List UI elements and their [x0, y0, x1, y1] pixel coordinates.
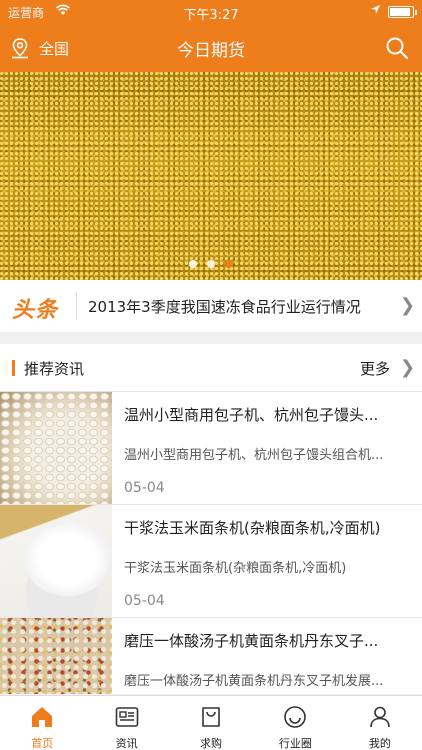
chevron-right-icon: ❯: [400, 295, 416, 316]
status-time: 下午3:27: [183, 8, 239, 23]
list-item[interactable]: 磨压一体酸汤子机黄面条机丹东叉子... 磨压一体酸汤子机黄面条机丹东叉子机发展.…: [0, 618, 422, 694]
news-date: 05-04: [124, 480, 165, 496]
news-summary: 干浆法玉米面条机(杂粮面条机,冷面机): [124, 561, 347, 576]
section-accent-bar: [12, 360, 15, 376]
bag-icon: [202, 707, 220, 727]
status-bar: 运营商 下午3:27: [0, 0, 422, 24]
carousel-dot-active[interactable]: [225, 260, 233, 268]
smile-icon: [284, 706, 307, 728]
tab-label: 首页: [31, 737, 54, 750]
tab-label: 求购: [200, 737, 223, 750]
bottom-tab-bar: 首页 资讯 求购 行业圈 我的: [0, 695, 422, 750]
battery-icon: [388, 6, 417, 18]
carousel-dot[interactable]: [189, 260, 197, 268]
tab-news[interactable]: 资讯: [84, 696, 168, 750]
divider: [76, 292, 77, 320]
list-item[interactable]: 干浆法玉米面条机(杂粮面条机,冷面机) 干浆法玉米面条机(杂粮面条机,冷面机) …: [0, 505, 422, 618]
news-summary: 温州小型商用包子机、杭州包子馒头组合机...: [124, 448, 384, 463]
tab-home[interactable]: 首页: [0, 696, 84, 750]
carousel-dot[interactable]: [207, 260, 215, 268]
app-header: 全国 今日期货: [0, 24, 422, 72]
news-thumbnail: [0, 392, 112, 504]
tab-profile[interactable]: 我的: [338, 696, 422, 750]
chevron-right-icon[interactable]: ❯: [400, 357, 415, 378]
news-thumbnail: [0, 505, 112, 617]
carousel-indicator: [0, 260, 422, 268]
more-link[interactable]: 更多: [360, 358, 390, 379]
banner-carousel[interactable]: [0, 72, 422, 280]
news-title: 干浆法玉米面条机(杂粮面条机,冷面机): [124, 519, 381, 537]
tab-purchase[interactable]: 求购: [169, 696, 253, 750]
headline-strip[interactable]: 头条 2013年3季度我国速冻食品行业运行情况 ❯: [0, 280, 422, 332]
list-item[interactable]: 温州小型商用包子机、杭州包子馒头... 温州小型商用包子机、杭州包子馒头组合机.…: [0, 392, 422, 505]
headline-tag: 头条: [12, 298, 59, 323]
news-date: 05-04: [124, 593, 165, 609]
headline-text[interactable]: 2013年3季度我国速冻食品行业运行情况: [88, 296, 361, 317]
tab-label: 资讯: [115, 737, 138, 750]
tab-label: 我的: [368, 737, 391, 750]
tab-industry[interactable]: 行业圈: [253, 696, 337, 750]
news-thumbnail: [0, 618, 112, 694]
home-icon: [32, 707, 53, 727]
person-icon: [370, 706, 390, 728]
news-title: 温州小型商用包子机、杭州包子馒头...: [124, 406, 379, 424]
news-list: 温州小型商用包子机、杭州包子馒头... 温州小型商用包子机、杭州包子馒头组合机.…: [0, 392, 422, 694]
news-icon: [115, 707, 138, 727]
tab-label: 行业圈: [278, 737, 312, 750]
section-title: 推荐资讯: [24, 360, 85, 378]
recommend-section-header: 推荐资讯 更多 ❯: [0, 344, 422, 392]
news-title: 磨压一体酸汤子机黄面条机丹东叉子...: [124, 632, 379, 650]
location-arrow-icon: [370, 4, 381, 18]
page-title: 今日期货: [177, 41, 245, 61]
search-icon[interactable]: [384, 35, 410, 61]
news-summary: 磨压一体酸汤子机黄面条机丹东叉子机发展...: [124, 674, 384, 689]
